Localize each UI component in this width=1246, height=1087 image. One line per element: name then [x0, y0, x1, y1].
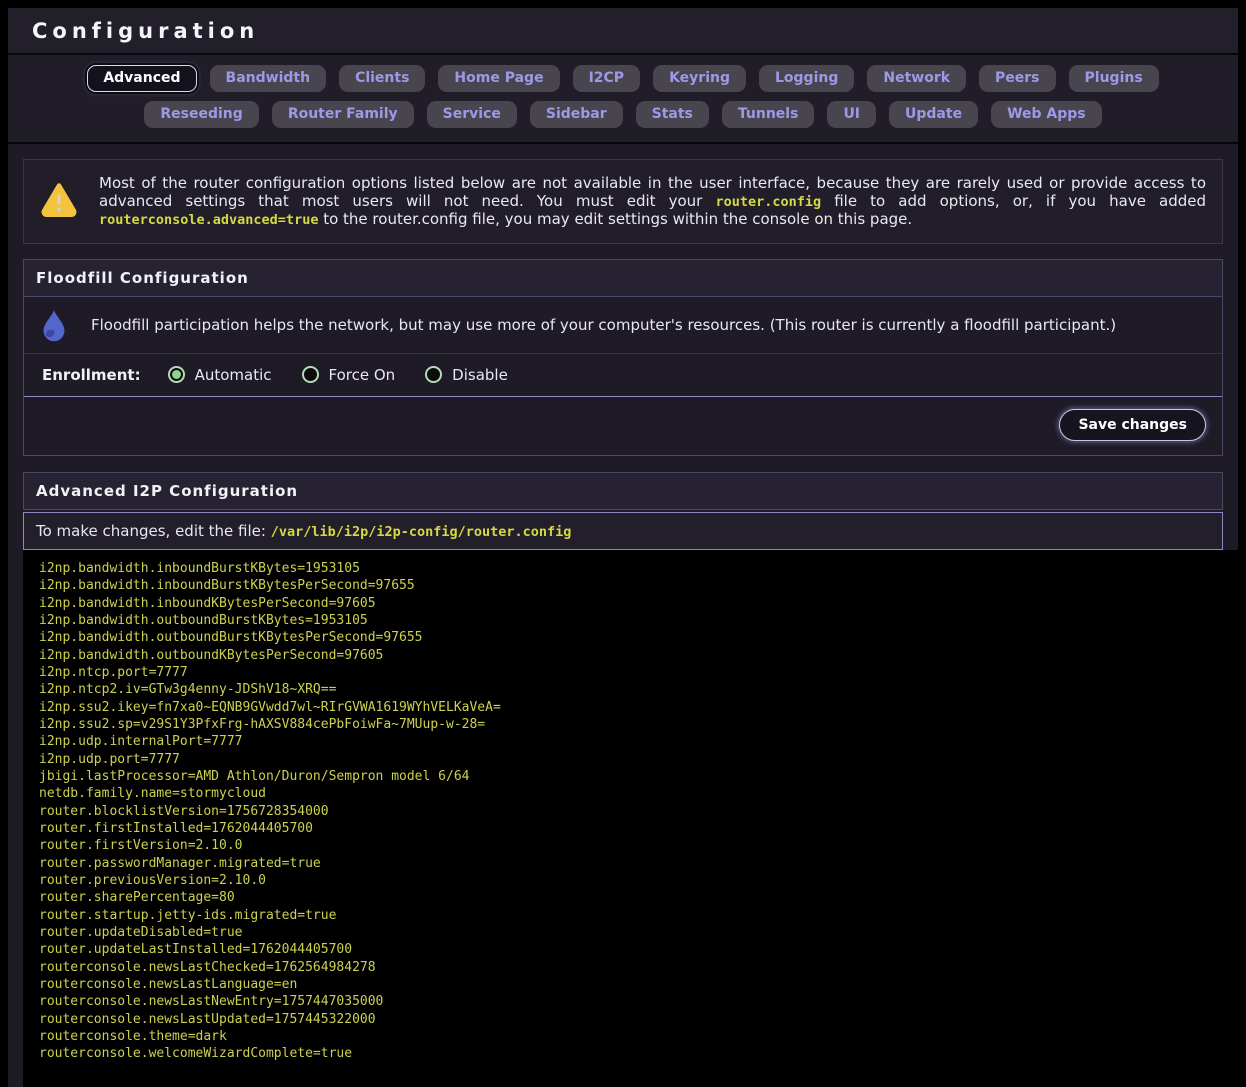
tab-peers[interactable]: Peers [979, 65, 1056, 92]
tab-home-page[interactable]: Home Page [438, 65, 559, 92]
enrollment-radio-group: Automatic Force On Disable [168, 366, 508, 384]
tab-clients[interactable]: Clients [339, 65, 425, 92]
radio-disable[interactable]: Disable [425, 366, 508, 384]
radio-disable-control[interactable] [425, 366, 442, 383]
tab-tunnels[interactable]: Tunnels [722, 101, 815, 128]
tab-stats[interactable]: Stats [636, 101, 709, 128]
tab-keyring[interactable]: Keyring [653, 65, 746, 92]
save-changes-button[interactable]: Save changes [1059, 409, 1206, 441]
tab-advanced[interactable]: Advanced [87, 65, 196, 92]
edit-file-note: To make changes, edit the file: [36, 522, 271, 540]
tab-ui[interactable]: UI [827, 101, 876, 128]
router-config-code: router.config [715, 194, 821, 210]
router-config-contents: i2np.bandwidth.inboundBurstKBytes=195310… [23, 550, 1246, 1087]
tab-bandwidth[interactable]: Bandwidth [210, 65, 327, 92]
save-row: Save changes [24, 397, 1222, 455]
config-tab-bar: Advanced Bandwidth Clients Home Page I2C… [8, 55, 1238, 144]
page-title: Configuration [32, 19, 1214, 43]
radio-force-on-control[interactable] [302, 366, 319, 383]
tab-service[interactable]: Service [427, 101, 517, 128]
enrollment-row: Enrollment: Automatic Force On Disable [24, 354, 1222, 397]
floodfill-info-text: Floodfill participation helps the networ… [91, 316, 1116, 334]
floodfill-section-header: Floodfill Configuration [24, 260, 1222, 297]
advanced-config-section-header: Advanced I2P Configuration [23, 472, 1223, 510]
advanced-true-code: routerconsole.advanced=true [99, 212, 318, 228]
tab-sidebar[interactable]: Sidebar [530, 101, 623, 128]
config-file-path: /var/lib/i2p/i2p-config/router.config [271, 524, 572, 540]
title-band: Configuration [8, 8, 1238, 55]
floodfill-configuration-section: Floodfill Configuration Floodfill partic… [23, 259, 1223, 456]
advanced-settings-warning: Most of the router configuration options… [23, 159, 1223, 244]
floodfill-info-row: Floodfill participation helps the networ… [24, 297, 1222, 354]
warning-text: Most of the router configuration options… [99, 174, 1206, 229]
tab-router-family[interactable]: Router Family [272, 101, 414, 128]
radio-automatic-control[interactable] [168, 366, 185, 383]
tab-web-apps[interactable]: Web Apps [991, 101, 1102, 128]
tab-i2cp[interactable]: I2CP [573, 65, 641, 92]
main-content: Most of the router configuration options… [8, 144, 1238, 1087]
tab-reseeding[interactable]: Reseeding [144, 101, 258, 128]
radio-force-on-label: Force On [329, 366, 396, 384]
router-console-page: Configuration Advanced Bandwidth Clients… [8, 8, 1238, 1087]
enrollment-label: Enrollment: [42, 366, 141, 384]
radio-force-on[interactable]: Force On [302, 366, 396, 384]
radio-automatic[interactable]: Automatic [168, 366, 272, 384]
tab-update[interactable]: Update [889, 101, 978, 128]
radio-automatic-label: Automatic [195, 366, 272, 384]
warning-triangle-icon [40, 181, 78, 221]
tab-network[interactable]: Network [867, 65, 966, 92]
tab-logging[interactable]: Logging [759, 65, 854, 92]
tab-plugins[interactable]: Plugins [1069, 65, 1159, 92]
radio-disable-label: Disable [452, 366, 508, 384]
edit-file-note-row: To make changes, edit the file: /var/lib… [23, 512, 1223, 550]
water-droplet-icon [38, 308, 70, 342]
